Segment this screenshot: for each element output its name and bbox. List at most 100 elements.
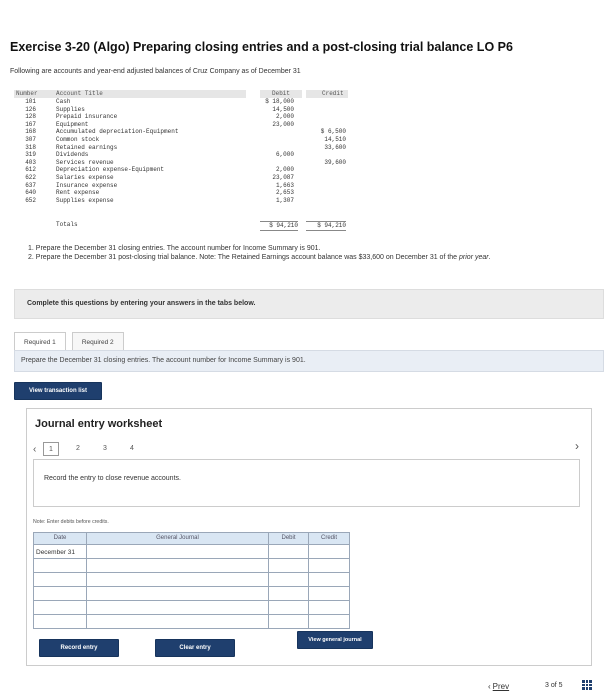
- debit-cell[interactable]: [268, 572, 309, 587]
- page-3[interactable]: 3: [97, 442, 113, 456]
- table-row: 167 Equipment 23,000: [14, 121, 350, 129]
- credit-value: 39,600: [324, 158, 346, 166]
- chevron-right-icon[interactable]: ›: [575, 439, 579, 453]
- worksheet-pager: ‹ 1 2 3 4: [33, 442, 151, 456]
- debit-cell[interactable]: [268, 600, 309, 615]
- required-tabs: Required 1 Required 2: [14, 332, 124, 351]
- date-value: December 31: [36, 549, 76, 556]
- table-row: 319 Dividends 6,000: [14, 151, 350, 159]
- header-account-title: Account Title: [56, 90, 103, 97]
- credit-cell[interactable]: [308, 600, 350, 615]
- account-cell[interactable]: [86, 558, 269, 573]
- chevron-left-icon: ‹: [488, 682, 491, 691]
- account-number: 403: [25, 158, 36, 166]
- record-instruction-box: Record the entry to close revenue accoun…: [33, 459, 580, 507]
- account-title: Dividends: [56, 151, 89, 159]
- debit-value: 23,087: [272, 173, 294, 181]
- debit-value: 2,000: [275, 113, 294, 121]
- table-row: 126 Supplies 14,500: [14, 106, 350, 114]
- instruction-2-text: 2. Prepare the December 31 post-closing …: [28, 254, 460, 261]
- clear-entry-button[interactable]: Clear entry: [155, 639, 235, 657]
- complete-questions-banner: Complete this questions by entering your…: [14, 289, 604, 319]
- tab-required-2[interactable]: Required 2: [71, 332, 124, 351]
- account-cell[interactable]: [86, 572, 269, 587]
- credit-cell[interactable]: [308, 558, 350, 573]
- table-row: 612 Depreciation expense-Equipment 2,000: [14, 166, 350, 174]
- account-title: Prepaid insurance: [56, 113, 118, 121]
- credit-cell[interactable]: [308, 614, 350, 629]
- grid-menu-icon[interactable]: [582, 680, 592, 690]
- tab-required-1[interactable]: Required 1: [14, 332, 66, 351]
- account-number: 101: [25, 98, 36, 105]
- date-cell[interactable]: [33, 586, 87, 601]
- debit-value: 2,000: [275, 166, 294, 174]
- debit-value: 23,000: [272, 120, 294, 128]
- date-cell[interactable]: [33, 614, 87, 629]
- table-row: 101 Cash $ 18,000: [14, 98, 350, 106]
- accounts-header-left: Number Account Title: [14, 90, 246, 98]
- account-cell[interactable]: [86, 544, 269, 559]
- date-cell[interactable]: [33, 600, 87, 615]
- page-4[interactable]: 4: [124, 442, 140, 456]
- table-row: 637 Insurance expense 1,663: [14, 182, 350, 190]
- credit-cell[interactable]: [308, 544, 350, 559]
- page-indicator: 3 of 5: [545, 682, 563, 689]
- account-title: Common stock: [56, 135, 100, 143]
- table-row: 307 Common stock 14,510: [14, 136, 350, 144]
- instructions: 1. Prepare the December 31 closing entri…: [28, 244, 588, 262]
- tab-instruction-panel: Prepare the December 31 closing entries.…: [14, 350, 604, 372]
- debit-cell[interactable]: [268, 614, 309, 629]
- instruction-2-end: .: [488, 254, 491, 261]
- date-cell[interactable]: [33, 572, 87, 587]
- instruction-2: 2. Prepare the December 31 post-closing …: [28, 253, 588, 262]
- account-cell[interactable]: [86, 586, 269, 601]
- debit-value: $ 18,000: [265, 98, 294, 105]
- record-entry-button[interactable]: Record entry: [39, 639, 119, 657]
- account-number: 622: [25, 173, 36, 181]
- chevron-left-icon[interactable]: ‹: [33, 444, 43, 455]
- account-number: 126: [25, 105, 36, 113]
- account-cell[interactable]: [86, 600, 269, 615]
- account-title: Supplies expense: [56, 196, 114, 204]
- account-title: Salaries expense: [56, 173, 114, 181]
- account-number: 307: [25, 135, 36, 143]
- table-row: 128 Prepaid insurance 2,000: [14, 113, 350, 121]
- prev-link[interactable]: ‹ Prev: [488, 682, 509, 691]
- credit-cell[interactable]: [308, 586, 350, 601]
- account-number: 318: [25, 143, 36, 151]
- debit-cell[interactable]: [268, 558, 309, 573]
- journal-entry-worksheet: Journal entry worksheet ‹ 1 2 3 4 › Reco…: [26, 408, 592, 666]
- credit-value: 33,600: [324, 143, 346, 151]
- credit-value: 14,510: [324, 135, 346, 143]
- debit-cell[interactable]: [268, 544, 309, 559]
- page-1[interactable]: 1: [43, 442, 59, 456]
- table-row: 640 Rent expense 2,653: [14, 189, 350, 197]
- date-cell[interactable]: December 31: [33, 544, 87, 559]
- page-2[interactable]: 2: [70, 442, 86, 456]
- debit-value: 14,500: [272, 105, 294, 113]
- date-cell[interactable]: [33, 558, 87, 573]
- table-row: 318 Retained earnings 33,600: [14, 144, 350, 152]
- debit-value: 1,663: [275, 181, 294, 189]
- debit-cell[interactable]: [268, 586, 309, 601]
- totals-credit: $ 94,210: [306, 221, 346, 231]
- header-credit: Credit: [322, 90, 344, 97]
- accounts-header-credit: Credit: [306, 90, 348, 98]
- view-transaction-list-button[interactable]: View transaction list: [14, 382, 102, 400]
- account-cell[interactable]: [86, 614, 269, 629]
- exercise-title: Exercise 3-20 (Algo) Preparing closing e…: [10, 40, 513, 54]
- account-number: 128: [25, 113, 36, 121]
- account-title: Depreciation expense-Equipment: [56, 166, 165, 174]
- table-row: 403 Services revenue 39,600: [14, 159, 350, 167]
- account-number: 319: [25, 151, 36, 159]
- totals-label: Totals: [56, 221, 78, 228]
- accounts-header-debit: Debit: [260, 90, 302, 98]
- intro-text: Following are accounts and year-end adju…: [10, 68, 301, 75]
- view-general-journal-button[interactable]: View general journal: [297, 631, 373, 649]
- debit-value: 1,307: [275, 196, 294, 204]
- accounts-table: Number Account Title Debit Credit 101 Cas…: [14, 90, 350, 231]
- account-title: Insurance expense: [56, 181, 118, 189]
- totals-row: Totals $ 94,210 $ 94,210: [14, 221, 350, 231]
- prev-label: Prev: [492, 682, 510, 691]
- credit-cell[interactable]: [308, 572, 350, 587]
